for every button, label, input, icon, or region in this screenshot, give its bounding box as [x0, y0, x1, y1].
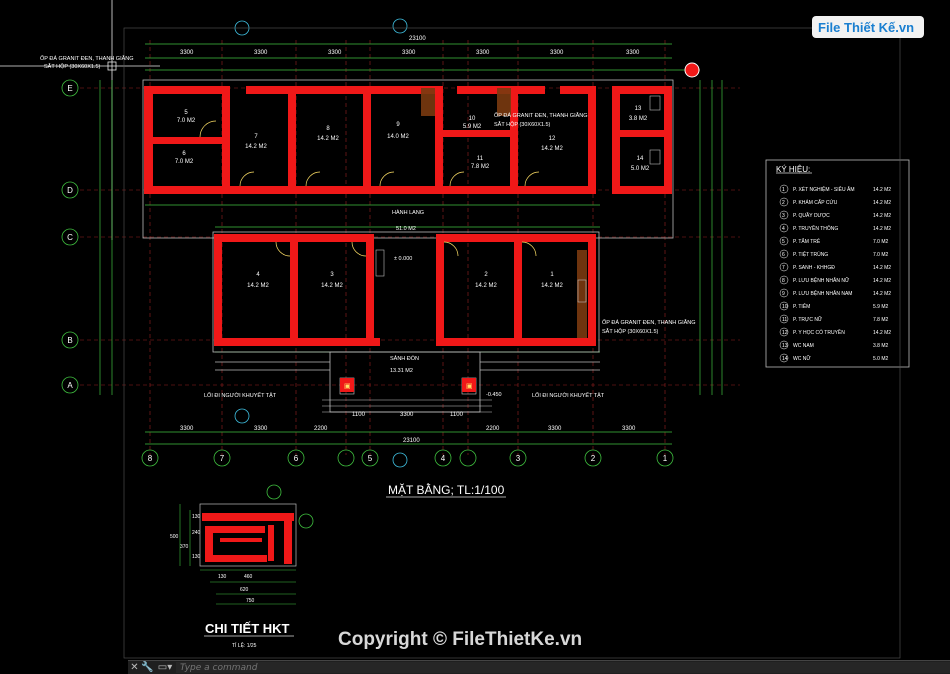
command-input[interactable] [176, 662, 950, 673]
svg-text:▣: ▣ [344, 383, 351, 390]
grid-lines [80, 40, 740, 455]
wrench-icon[interactable]: 🔧 [141, 661, 154, 674]
cad-crosshair [0, 0, 160, 240]
dimension-lines [99, 43, 723, 445]
legend-frame [765, 159, 910, 368]
detail-hkt-drawing [179, 484, 314, 605]
granite-cladding [421, 88, 587, 338]
svg-text:▣: ▣ [466, 383, 473, 390]
command-prompt-icon[interactable]: ▭▾ [154, 661, 176, 674]
command-bar: ✕ 🔧 ▭▾ [128, 660, 950, 674]
floor-plan-drawing: ▣ ▣ [0, 0, 910, 659]
logo-graphic: File Thiết Kế.vn [812, 16, 924, 38]
walls-bottom-block [214, 234, 596, 346]
logo-text: File Thiết Kế.vn [818, 20, 914, 35]
site-logo[interactable]: File Thiết Kế.vn [810, 10, 930, 44]
close-icon[interactable]: ✕ [128, 661, 141, 674]
walls-top-block [144, 86, 672, 194]
